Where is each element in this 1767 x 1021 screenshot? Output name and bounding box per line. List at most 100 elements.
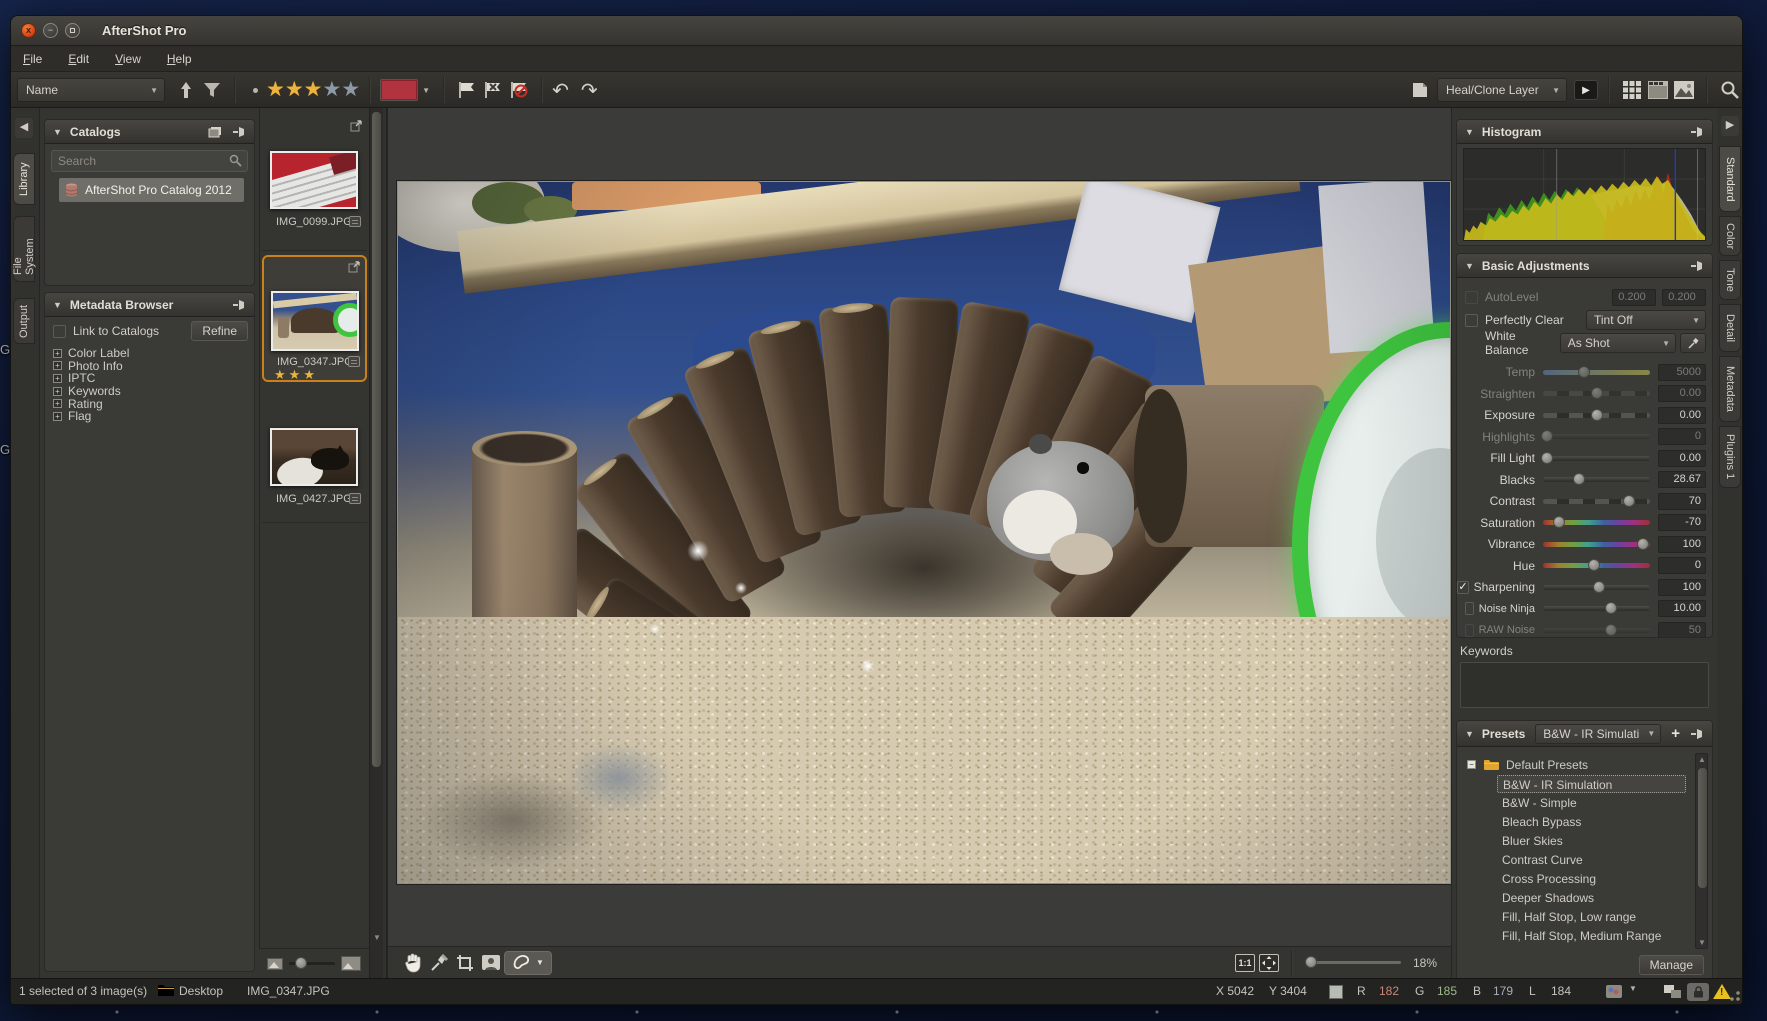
exposure-value[interactable]: 0.00 <box>1658 407 1706 424</box>
metadata-browser-header[interactable]: ▼ Metadata Browser <box>45 293 254 317</box>
filmstrip-scrollbar[interactable]: ▼ <box>369 108 383 978</box>
flag-pick-icon[interactable] <box>454 77 480 103</box>
chevron-down-icon[interactable]: ▼ <box>536 958 544 967</box>
slider-knob[interactable] <box>1591 409 1603 421</box>
detach-icon[interactable] <box>350 120 363 132</box>
rotate-right-icon[interactable]: ↷ <box>581 78 598 103</box>
slider-knob[interactable] <box>1541 452 1553 464</box>
preset-item[interactable]: Cross Processing <box>1497 870 1686 888</box>
large-thumbnails-icon[interactable] <box>341 956 361 971</box>
thumbnail-cell-selected[interactable]: IMG_0347.JPG ★★★ <box>262 255 367 382</box>
slider-knob[interactable] <box>1541 430 1553 442</box>
fill-light-slider[interactable] <box>1543 456 1650 461</box>
preset-item[interactable]: Bluer Skies <box>1497 832 1686 850</box>
raw-noise-slider[interactable] <box>1543 628 1650 633</box>
filter-funnel-icon[interactable] <box>199 77 225 103</box>
sharpening-checkbox[interactable]: ✓ <box>1457 581 1468 594</box>
title-bar[interactable]: x − AfterShot Pro <box>11 16 1742 46</box>
preset-item[interactable]: B&W - IR Simulation <box>1497 775 1686 793</box>
tab-plugins[interactable]: Plugins 1 <box>1719 426 1741 488</box>
tree-item-color-label[interactable]: +Color Label <box>53 347 129 360</box>
tree-item-iptc[interactable]: +IPTC <box>53 372 129 385</box>
tree-expand-icon[interactable]: + <box>53 387 62 396</box>
preset-item[interactable]: Bleach Bypass <box>1497 813 1686 831</box>
noise-ninja-checkbox[interactable] <box>1465 602 1474 615</box>
crop-icon[interactable] <box>452 951 478 975</box>
highlights-slider[interactable] <box>1543 434 1650 439</box>
pin-icon[interactable] <box>232 126 246 138</box>
eyedropper-icon[interactable] <box>426 951 452 975</box>
zoom-slider[interactable] <box>1305 961 1401 964</box>
scroll-down-icon[interactable]: ▼ <box>1695 938 1709 947</box>
collapse-panel-icon[interactable]: ▼ <box>1465 127 1474 137</box>
contrast-slider[interactable] <box>1543 499 1650 504</box>
thumbnail-image-hamster[interactable] <box>271 291 359 351</box>
tree-expand-icon[interactable]: + <box>53 374 62 383</box>
tab-output[interactable]: Output <box>13 298 35 344</box>
saturation-slider[interactable] <box>1543 520 1650 525</box>
presets-header[interactable]: ▼ Presets B&W - IR Simulation ▼ + <box>1457 721 1712 747</box>
sort-by-dropdown[interactable]: Name ▼ <box>17 78 165 102</box>
slider-knob[interactable] <box>1578 366 1590 378</box>
thumbnail-rating[interactable]: ★★★ <box>274 367 318 383</box>
proof-frames-icon[interactable] <box>1663 984 1682 999</box>
collapse-panel-icon[interactable]: ▼ <box>1465 729 1474 739</box>
tree-expand-icon[interactable]: + <box>53 349 62 358</box>
noise-ninja-slider[interactable] <box>1543 606 1650 611</box>
menu-file[interactable]: File <box>23 52 42 66</box>
resize-grip[interactable] <box>1730 991 1740 1001</box>
manage-presets-button[interactable]: Manage <box>1639 955 1704 975</box>
straighten-slider[interactable] <box>1543 391 1650 396</box>
raw-noise-checkbox[interactable] <box>1465 624 1474 637</box>
new-layer-icon[interactable] <box>1407 77 1433 103</box>
autolevel-value-2[interactable]: 0.200 <box>1662 289 1706 306</box>
collapse-panel-icon[interactable]: ▼ <box>53 300 62 310</box>
white-balance-dropdown[interactable]: As Shot ▼ <box>1560 333 1676 353</box>
soft-proof-icon[interactable] <box>1605 984 1623 999</box>
detach-icon[interactable] <box>348 261 361 273</box>
sharpening-slider[interactable] <box>1543 585 1650 590</box>
temp-value[interactable]: 5000 <box>1658 364 1706 381</box>
vibrance-value[interactable]: 100 <box>1658 536 1706 553</box>
keywords-input[interactable] <box>1460 662 1709 708</box>
tree-collapse-icon[interactable]: − <box>1467 760 1476 769</box>
small-thumbnails-icon[interactable] <box>267 958 283 970</box>
combined-view-icon[interactable] <box>1645 77 1671 103</box>
red-eye-icon[interactable] <box>478 951 504 975</box>
refine-button[interactable]: Refine <box>191 321 248 341</box>
fill-light-value[interactable]: 0.00 <box>1658 450 1706 467</box>
flag-clear-icon[interactable] <box>506 77 532 103</box>
thumbnail-cell[interactable]: IMG_0099.JPG <box>262 112 367 251</box>
rating-star-5[interactable]: ★ <box>341 80 360 100</box>
tree-expand-icon[interactable]: + <box>53 412 62 421</box>
saturation-value[interactable]: -70 <box>1658 514 1706 531</box>
rating-star-3[interactable]: ★ <box>304 80 323 100</box>
blacks-value[interactable]: 28.67 <box>1658 471 1706 488</box>
pin-icon[interactable] <box>232 299 246 311</box>
link-to-catalogs-checkbox[interactable] <box>53 325 66 338</box>
pin-icon[interactable] <box>1690 126 1704 138</box>
maximize-button[interactable] <box>65 23 80 38</box>
slideshow-button[interactable]: ▶ <box>1573 77 1599 103</box>
sharpening-value[interactable]: 100 <box>1658 579 1706 596</box>
menu-edit[interactable]: Edit <box>68 52 89 66</box>
slider-knob[interactable] <box>1623 495 1635 507</box>
collapse-left-panel-icon[interactable]: ◀ <box>15 118 33 138</box>
presets-scrollbar[interactable]: ▲ ▼ <box>1695 753 1708 949</box>
tree-item-flag[interactable]: +Flag <box>53 410 129 423</box>
minimize-button[interactable]: − <box>43 23 58 38</box>
collapse-panel-icon[interactable]: ▼ <box>1465 261 1474 271</box>
preset-item[interactable]: Fill, One Stop, Wide Range <box>1497 946 1686 949</box>
menu-view[interactable]: View <box>115 52 141 66</box>
tab-file-system[interactable]: File System <box>13 216 35 282</box>
rating-star-1[interactable]: ★ <box>266 80 285 100</box>
rotate-left-icon[interactable]: ↶ <box>552 78 569 103</box>
basic-adjustments-header[interactable]: ▼ Basic Adjustments <box>1457 254 1712 278</box>
collapse-right-panel-icon[interactable]: ▶ <box>1721 116 1739 136</box>
presets-dropdown[interactable]: B&W - IR Simulation ▼ <box>1535 724 1661 744</box>
slider-knob[interactable] <box>1588 559 1600 571</box>
noise-ninja-value[interactable]: 10.00 <box>1658 600 1706 617</box>
pan-hand-icon[interactable] <box>400 951 426 975</box>
autolevel-checkbox[interactable] <box>1465 291 1478 304</box>
autolevel-value-1[interactable]: 0.200 <box>1612 289 1656 306</box>
